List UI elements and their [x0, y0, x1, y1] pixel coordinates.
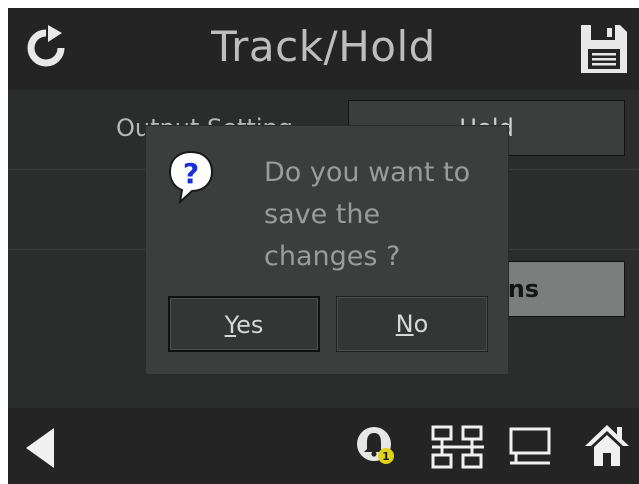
back-icon[interactable]: [22, 426, 58, 470]
dialog-message-line: save the: [264, 199, 381, 230]
monitor-icon[interactable]: [508, 426, 554, 468]
dialog-message-line: changes ?: [264, 241, 401, 272]
footer-bar: 1: [8, 408, 639, 484]
no-accelerator: N: [395, 310, 414, 338]
header-bar: Track/Hold: [8, 8, 639, 90]
svg-text:?: ?: [183, 157, 199, 190]
save-icon[interactable]: [578, 22, 630, 76]
network-icon[interactable]: [430, 424, 486, 470]
question-icon: ?: [168, 150, 214, 205]
save-changes-dialog: ? Do you want to save the changes ? Yes …: [145, 125, 509, 375]
alarm-badge-count: 1: [382, 450, 390, 463]
dialog-message-line: Do you want to: [264, 157, 471, 188]
alarm-bell-icon[interactable]: 1: [353, 422, 401, 470]
screen: Track/Hold Output Setting Hold Options ?…: [8, 8, 639, 484]
yes-accelerator: Y: [224, 311, 237, 339]
yes-button[interactable]: Yes: [168, 296, 320, 352]
dialog-message: Do you want to save the changes ?: [264, 152, 500, 278]
home-icon[interactable]: [582, 422, 632, 470]
no-button[interactable]: No: [336, 296, 488, 352]
page-title: Track/Hold: [211, 22, 436, 71]
no-label: o: [413, 310, 429, 338]
yes-label: es: [236, 311, 264, 339]
